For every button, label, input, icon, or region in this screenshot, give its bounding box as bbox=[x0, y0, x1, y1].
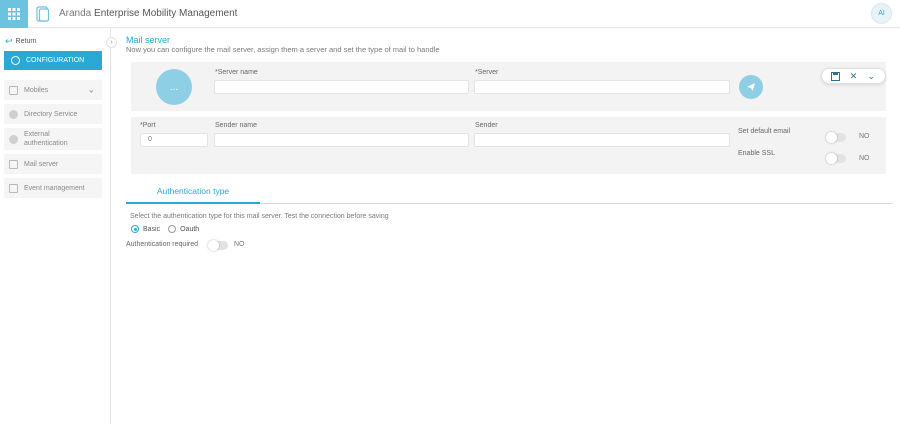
default-email-value: NO bbox=[859, 133, 870, 140]
sidebar-item-label: Directory Service bbox=[24, 110, 78, 118]
sidebar-item-directory-service[interactable]: Directory Service bbox=[4, 104, 102, 124]
app-title: Aranda Enterprise Mobility Management bbox=[59, 8, 238, 19]
ssl-toggle[interactable] bbox=[826, 153, 846, 164]
sidebar-item-mobiles[interactable]: Mobiles ⌄ bbox=[4, 80, 102, 100]
auth-required-label: Authentication required bbox=[126, 241, 198, 248]
chevron-down-icon: ⌄ bbox=[87, 84, 95, 95]
chevron-down-icon[interactable]: ⌄ bbox=[865, 70, 877, 82]
sidebar-item-label: Mobiles bbox=[24, 86, 49, 94]
top-bar: Aranda Enterprise Mobility Management AI bbox=[0, 0, 900, 28]
sidebar-item-label: Event management bbox=[24, 184, 85, 192]
directory-icon bbox=[9, 109, 18, 119]
ssl-label: Enable SSL bbox=[738, 150, 775, 157]
fingerprint-icon bbox=[9, 134, 18, 144]
sender-name-input[interactable] bbox=[214, 133, 469, 147]
basic-radio-label: Basic bbox=[143, 225, 161, 233]
port-input[interactable]: 0 bbox=[140, 133, 208, 147]
apps-grid-icon[interactable] bbox=[0, 0, 28, 28]
device-logo-icon bbox=[36, 6, 50, 22]
return-link[interactable]: ↩ Return bbox=[5, 36, 37, 47]
page-title: Mail server bbox=[126, 35, 171, 45]
event-icon bbox=[9, 183, 18, 193]
sidebar-item-external-authentication[interactable]: External authentication bbox=[4, 128, 102, 150]
auth-required-value: NO bbox=[234, 241, 245, 248]
sidebar-collapse-toggle[interactable]: › bbox=[106, 37, 117, 48]
sender-panel: *Port 0 Sender name Sender Set default e… bbox=[131, 117, 886, 174]
mobiles-icon bbox=[9, 85, 18, 95]
configuration-label: CONFIGURATION bbox=[26, 57, 85, 64]
sidebar-item-label: External authentication bbox=[24, 131, 68, 147]
auth-description: Select the authentication type for this … bbox=[130, 213, 389, 220]
record-toolbar: ✕ ⌄ bbox=[821, 68, 886, 84]
server-name-input[interactable] bbox=[214, 80, 469, 94]
sender-input[interactable] bbox=[474, 133, 730, 147]
send-test-button[interactable] bbox=[739, 75, 763, 99]
server-name-label: *Server name bbox=[215, 69, 258, 76]
server-panel: ... *Server name *Server bbox=[131, 62, 886, 111]
oauth-radio[interactable] bbox=[168, 225, 177, 233]
server-label: *Server bbox=[475, 69, 499, 76]
tab-authentication-type[interactable]: Authentication type bbox=[126, 182, 260, 204]
sidebar-item-label: Mail server bbox=[24, 160, 59, 168]
server-input[interactable] bbox=[474, 80, 730, 94]
auth-type-radio-group: Basic Oauth bbox=[131, 225, 199, 233]
server-image-placeholder[interactable]: ... bbox=[156, 69, 192, 105]
page-subtitle: Now you can configure the mail server, a… bbox=[126, 45, 440, 54]
ssl-value: NO bbox=[859, 155, 870, 162]
oauth-radio-label: Oauth bbox=[180, 225, 200, 233]
sender-label: Sender bbox=[475, 122, 498, 129]
gear-icon bbox=[11, 56, 20, 65]
sidebar: ↩ Return CONFIGURATION Mobiles ⌄ Directo… bbox=[0, 28, 111, 424]
return-label: Return bbox=[15, 38, 37, 45]
default-email-label: Set default email bbox=[738, 128, 791, 135]
return-arrow-icon: ↩ bbox=[5, 36, 13, 46]
mail-icon bbox=[9, 159, 18, 169]
sidebar-item-mail-server[interactable]: Mail server bbox=[4, 154, 102, 174]
user-avatar[interactable]: AI bbox=[871, 3, 892, 24]
configuration-button[interactable]: CONFIGURATION bbox=[4, 51, 102, 70]
basic-radio[interactable] bbox=[131, 225, 139, 233]
tab-bar: Authentication type bbox=[126, 182, 893, 204]
auth-required-toggle[interactable] bbox=[208, 240, 228, 251]
sender-name-label: Sender name bbox=[215, 122, 258, 129]
port-label: *Port bbox=[140, 122, 156, 129]
close-icon[interactable]: ✕ bbox=[847, 70, 859, 82]
save-icon[interactable] bbox=[830, 70, 842, 82]
sidebar-item-event-management[interactable]: Event management bbox=[4, 178, 102, 198]
send-icon bbox=[747, 83, 755, 91]
default-email-toggle[interactable] bbox=[826, 132, 846, 143]
